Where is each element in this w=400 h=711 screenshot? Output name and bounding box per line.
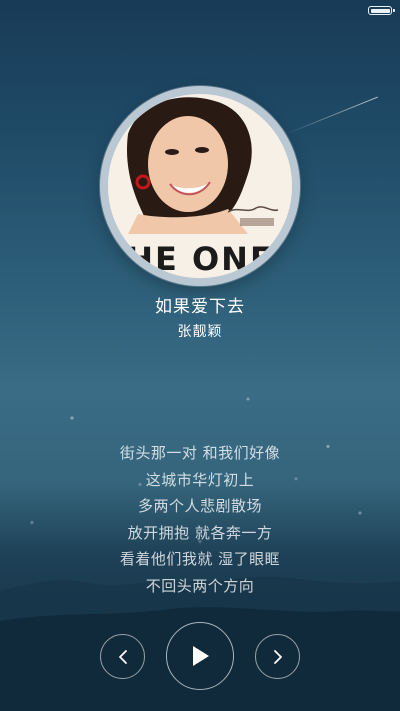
play-icon (193, 646, 209, 666)
album-art-frame[interactable]: HE ONE (100, 86, 300, 286)
artist-name: 张靓颖 (177, 324, 223, 340)
lyric-line: 不回头两个方向 (145, 576, 255, 595)
chevron-left-icon (118, 649, 127, 664)
shooting-star (284, 96, 378, 135)
chevron-right-icon (273, 649, 282, 664)
lyric-line: 放开拥抱 就各奔一方 (127, 523, 273, 542)
music-player-screen: HE ONE 如果爱下去 张靓颖 街头那一对 和我们好像 这城市华灯初上 多两个… (0, 0, 400, 711)
song-title: 如果爱下去 (155, 297, 245, 317)
next-button[interactable] (255, 634, 300, 679)
svg-text:HE ONE: HE ONE (126, 240, 274, 278)
previous-button[interactable] (100, 634, 145, 679)
lyric-line: 看着他们我就 湿了眼眶 (119, 550, 281, 568)
lyric-line: 这城市华灯初上 (145, 470, 255, 489)
battery-icon (368, 6, 395, 15)
lyric-line: 街头那一对 和我们好像 (119, 444, 281, 462)
play-button[interactable] (166, 622, 234, 690)
album-art: HE ONE (108, 94, 292, 278)
lyric-line: 多两个人悲剧散场 (137, 497, 262, 515)
lyrics-panel[interactable]: 街头那一对 和我们好像 这城市华灯初上 多两个人悲剧散场 放开拥抱 就各奔一方 … (0, 440, 400, 599)
